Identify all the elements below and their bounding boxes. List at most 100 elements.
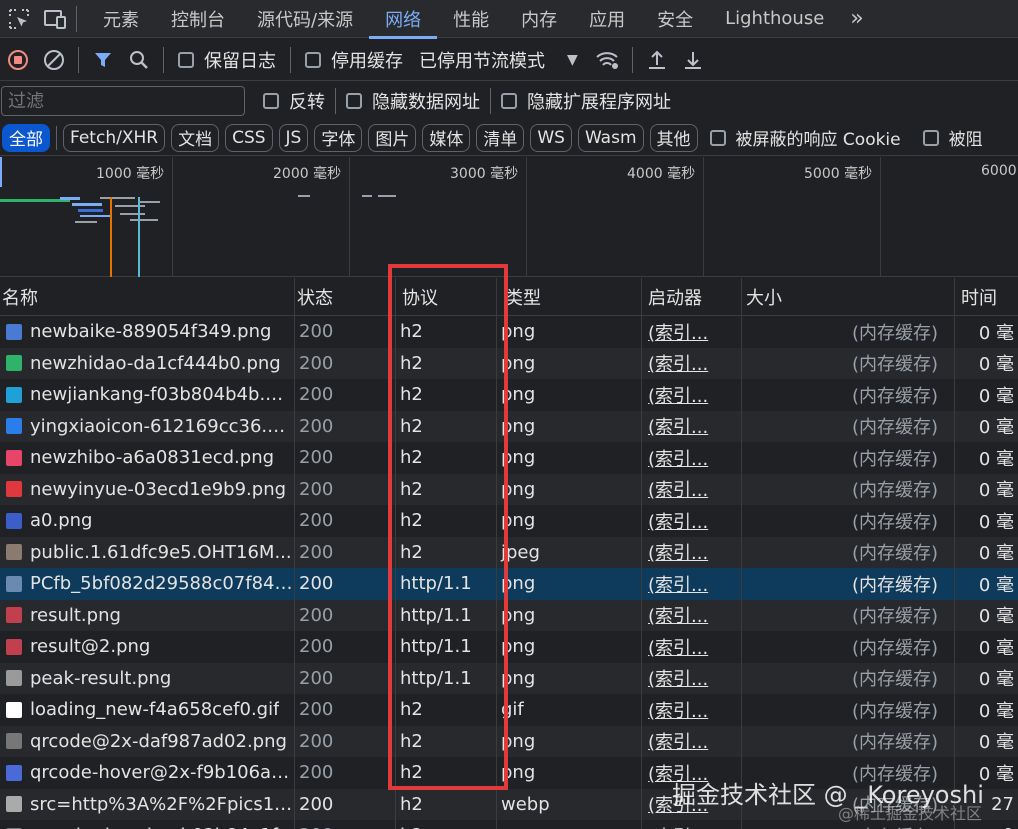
table-row[interactable]: PCfb_5bf082d29588c07f842... 200 http/1.1 pn… (0, 568, 1018, 600)
network-overview[interactable]: 1000 毫秒 2000 毫秒 3000 毫秒 4000 毫秒 5000 毫秒 … (0, 157, 1018, 277)
tab-lighthouse[interactable]: Lighthouse (709, 0, 840, 38)
column-header-protocol[interactable]: 协议 (396, 278, 497, 316)
chip-font[interactable]: 字体 (314, 123, 363, 152)
initiator-link[interactable]: (索引... (648, 634, 708, 660)
cell-initiator[interactable]: (索引... (642, 505, 742, 537)
chip-all[interactable]: 全部 (2, 123, 50, 152)
chip-media[interactable]: 媒体 (422, 123, 471, 152)
chip-doc[interactable]: 文档 (171, 123, 220, 152)
filter-input[interactable] (1, 86, 245, 116)
checkbox-box[interactable] (263, 93, 279, 109)
checkbox-box[interactable] (922, 129, 939, 146)
checkbox-box[interactable] (346, 93, 362, 109)
table-row[interactable]: newbaike-889054f349.png 200 h2 png (索引... (内存… (0, 316, 1018, 348)
initiator-link[interactable]: (索引... (648, 602, 708, 628)
initiator-link[interactable]: (索引... (648, 413, 708, 439)
more-tabs-icon[interactable]: » (840, 6, 863, 31)
initiator-link[interactable]: (索引... (648, 571, 708, 597)
tab-memory[interactable]: 内存 (505, 0, 573, 38)
network-conditions-icon[interactable] (590, 42, 626, 78)
disable-cache-checkbox[interactable]: 停用缓存 (305, 47, 403, 73)
initiator-link[interactable]: (索引... (648, 539, 708, 565)
cell-time: 0 毫 (978, 732, 1014, 754)
cell-initiator[interactable]: (索引... (642, 410, 742, 442)
cell-initiator[interactable]: (索引... (642, 662, 742, 694)
cell-initiator[interactable]: (索引... (642, 568, 742, 600)
filter-icon[interactable] (85, 42, 121, 78)
device-toolbar-icon[interactable] (42, 6, 68, 32)
cell-initiator[interactable]: (索引... (642, 536, 742, 568)
initiator-link[interactable]: (索引... (648, 350, 708, 376)
throttling-select[interactable]: 已停用节流模式 ▼ (419, 47, 578, 73)
cell-initiator[interactable]: (索引... (642, 820, 742, 829)
cell-initiator[interactable]: (索引... (642, 379, 742, 411)
table-row[interactable]: peak-result.png 200 http/1.1 png (索引... (内存缓存… (0, 662, 1018, 694)
checkbox-box[interactable] (305, 51, 321, 68)
cell-initiator[interactable]: (索引... (642, 347, 742, 379)
table-row[interactable]: a0.png 200 h2 png (索引... (内存缓存) 0 毫 (0, 505, 1018, 537)
table-row[interactable]: loading_new-f4a658cef0.gif 200 h2 gif (索引...… (0, 694, 1018, 726)
chip-manifest[interactable]: 清单 (476, 123, 525, 152)
table-row[interactable]: result.png 200 http/1.1 png (索引... (内存缓存) 0 毫 (0, 599, 1018, 631)
tab-network[interactable]: 网络 (369, 0, 438, 39)
initiator-link[interactable]: (索引... (648, 823, 708, 829)
tab-performance[interactable]: 性能 (437, 0, 505, 38)
checkbox-box[interactable] (178, 51, 194, 68)
import-har-icon[interactable] (639, 42, 675, 78)
initiator-link[interactable]: (索引... (648, 728, 708, 754)
initiator-link[interactable]: (索引... (648, 319, 708, 345)
column-header-time[interactable]: 时间 (955, 278, 1018, 316)
cell-initiator[interactable]: (索引... (642, 442, 742, 474)
initiator-link[interactable]: (索引... (648, 697, 708, 723)
table-row[interactable]: newjiankang-f03b804b4b.png 200 h2 png (索引...… (0, 379, 1018, 411)
chip-fetch-xhr[interactable]: Fetch/XHR (63, 123, 166, 152)
checkbox-box[interactable] (501, 93, 517, 109)
table-row[interactable]: yingxiaoicon-612169cc36.png 200 h2 png (索引..… (0, 410, 1018, 442)
chip-css[interactable]: CSS (225, 123, 273, 152)
table-row[interactable]: newyinyue-03ecd1e9b9.png 200 h2 png (索引... (内… (0, 473, 1018, 505)
table-row[interactable]: public.1.61dfc9e5.OHT16M... 200 h2 jpeg (索引.… (0, 536, 1018, 568)
cell-initiator[interactable]: (索引... (642, 473, 742, 505)
cell-initiator[interactable]: (索引... (642, 694, 742, 726)
table-row[interactable]: result@2.png 200 http/1.1 png (索引... (内存缓存) 0 … (0, 631, 1018, 663)
column-header-status[interactable]: 状态 (295, 278, 396, 316)
initiator-link[interactable]: (索引... (648, 665, 708, 691)
invert-checkbox[interactable]: 反转 (263, 88, 325, 114)
blocked-requests-checkbox[interactable]: 被阻 (922, 125, 983, 150)
chip-img[interactable]: 图片 (368, 123, 417, 152)
chip-wasm[interactable]: Wasm (577, 123, 644, 152)
tab-security[interactable]: 安全 (641, 0, 709, 38)
export-har-icon[interactable] (675, 42, 711, 78)
initiator-link[interactable]: (索引... (648, 382, 708, 408)
stop-recording-icon[interactable] (0, 42, 36, 78)
column-header-size[interactable]: 大小 (742, 278, 955, 316)
cell-initiator[interactable]: (索引... (642, 631, 742, 663)
chip-other[interactable]: 其他 (649, 123, 698, 152)
chip-ws[interactable]: WS (530, 123, 572, 152)
hide-data-urls-checkbox[interactable]: 隐藏数据网址 (346, 88, 480, 114)
initiator-link[interactable]: (索引... (648, 445, 708, 471)
blocked-cookies-checkbox[interactable]: 被屏蔽的响应 Cookie (709, 125, 901, 150)
initiator-link[interactable]: (索引... (648, 476, 708, 502)
column-header-type[interactable]: 类型 (497, 278, 642, 316)
column-header-initiator[interactable]: 启动器 (642, 278, 742, 316)
search-icon[interactable] (121, 42, 157, 78)
column-header-name[interactable]: 名称 (0, 278, 295, 316)
tab-application[interactable]: 应用 (573, 0, 641, 38)
table-row[interactable]: newzhidao-da1cf444b0.png 200 h2 png (索引... (内… (0, 347, 1018, 379)
cell-initiator[interactable]: (索引... (642, 725, 742, 757)
checkbox-box[interactable] (709, 129, 726, 146)
table-row[interactable]: qrcode@2x-daf987ad02.png 200 h2 png (索引... (内… (0, 725, 1018, 757)
preserve-log-checkbox[interactable]: 保留日志 (178, 47, 276, 73)
hide-extension-urls-checkbox[interactable]: 隐藏扩展程序网址 (501, 88, 671, 114)
cell-initiator[interactable]: (索引... (642, 599, 742, 631)
cell-initiator[interactable]: (索引... (642, 316, 742, 348)
initiator-link[interactable]: (索引... (648, 508, 708, 534)
clear-icon[interactable] (36, 42, 72, 78)
chip-js[interactable]: JS (278, 123, 309, 152)
tab-sources[interactable]: 源代码/来源 (241, 0, 369, 38)
tab-console[interactable]: 控制台 (155, 0, 241, 38)
tab-elements[interactable]: 元素 (87, 0, 155, 38)
inspect-element-icon[interactable] (6, 6, 32, 32)
table-row[interactable]: newzhibo-a6a0831ecd.png 200 h2 png (索引... (内存… (0, 442, 1018, 474)
